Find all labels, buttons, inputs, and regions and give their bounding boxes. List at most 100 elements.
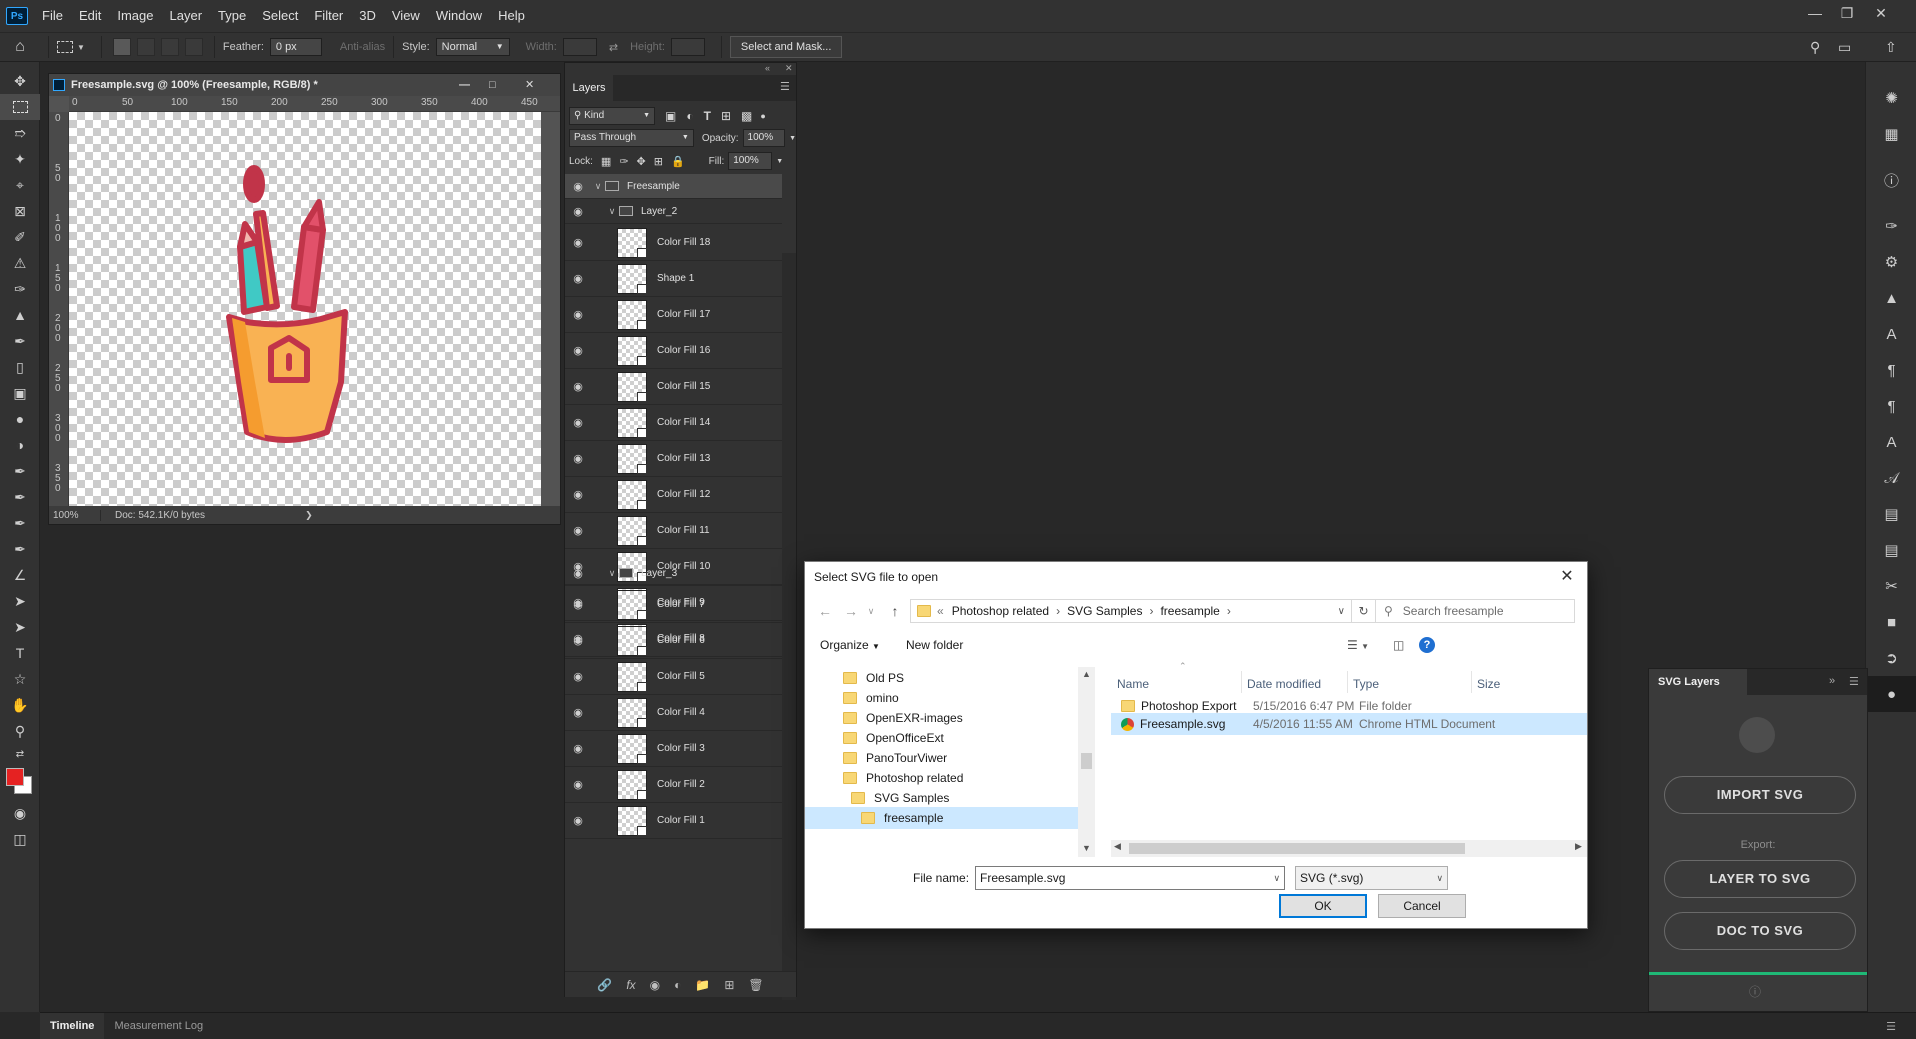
menu-image[interactable]: Image bbox=[109, 0, 161, 32]
lock-artboard-icon[interactable]: ⊞ bbox=[654, 155, 663, 168]
close-icon[interactable]: ✕ bbox=[1866, 0, 1896, 26]
status-menu-arrow-icon[interactable]: ❯ bbox=[305, 510, 313, 521]
import-svg-button[interactable]: IMPORT SVG bbox=[1664, 776, 1856, 814]
glyphs-panel-icon[interactable]: 𝒜 bbox=[1866, 460, 1916, 496]
corner-tool-icon[interactable]: ∠ bbox=[0, 562, 40, 588]
tree-item[interactable]: Old PS bbox=[843, 667, 904, 689]
tree-item-selected[interactable]: freesample bbox=[805, 807, 1078, 829]
lock-transparency-icon[interactable]: ▦ bbox=[601, 155, 611, 168]
breadcrumb-item[interactable]: SVG Samples bbox=[1067, 604, 1142, 618]
layer-row[interactable]: ◉ Shape 1 bbox=[565, 261, 782, 297]
swatches-panel-icon[interactable]: ▦ bbox=[1866, 116, 1916, 152]
quick-mask-icon[interactable]: ◉ bbox=[0, 800, 40, 826]
file-type-dropdown-icon[interactable]: ∨ bbox=[1436, 867, 1443, 889]
visibility-eye-icon[interactable]: ◉ bbox=[565, 380, 591, 393]
workspace-icon[interactable]: ▭ bbox=[1838, 39, 1851, 56]
visibility-eye-icon[interactable]: ◉ bbox=[565, 814, 591, 827]
hscroll-thumb[interactable] bbox=[1129, 843, 1465, 854]
layer-row[interactable]: ◉ Color Fill 17 bbox=[565, 297, 782, 333]
recent-dropdown-icon[interactable]: ∨ bbox=[859, 599, 883, 623]
stamp-tool-icon[interactable]: ▲ bbox=[0, 302, 40, 328]
width-input[interactable] bbox=[562, 38, 597, 56]
fx-icon[interactable]: fx bbox=[626, 978, 635, 992]
paragraph-styles-icon[interactable]: ¶ bbox=[1866, 388, 1916, 424]
filter-pixel-icon[interactable]: ▣ bbox=[665, 109, 676, 123]
opacity-input[interactable]: 100% bbox=[742, 129, 786, 147]
filter-kind-select[interactable]: ⚲ Kind ▼ bbox=[569, 107, 655, 125]
blend-mode-select[interactable]: Pass Through ▼ bbox=[569, 129, 694, 147]
new-group-icon[interactable]: 📁 bbox=[695, 978, 710, 992]
fill-dropdown-icon[interactable]: ▼ bbox=[776, 158, 783, 165]
pen-tool-3-icon[interactable]: ✒ bbox=[0, 510, 40, 536]
help-icon[interactable]: ? bbox=[1419, 637, 1435, 653]
lock-position-icon[interactable]: ✥ bbox=[637, 155, 646, 168]
layer-row[interactable]: ◉ Color Fill 16 bbox=[565, 333, 782, 369]
antialias-checkbox[interactable]: Anti-alias bbox=[340, 41, 385, 53]
layer-row[interactable]: ◉ Color Fill 5 bbox=[565, 659, 782, 695]
menu-type[interactable]: Type bbox=[210, 0, 254, 32]
filter-smartobject-icon[interactable]: ▩ bbox=[741, 109, 752, 123]
menu-layer[interactable]: Layer bbox=[162, 0, 211, 32]
pen-tool-4-icon[interactable]: ✒ bbox=[0, 536, 40, 562]
dialog-close-icon[interactable]: ✕ bbox=[1555, 562, 1579, 592]
color-swatches[interactable] bbox=[0, 764, 40, 800]
svg-info-icon[interactable]: ⓘ bbox=[1749, 983, 1761, 1000]
link-layers-icon[interactable]: 🔗 bbox=[597, 978, 612, 992]
layer-group-layer3[interactable]: ◉ ∨ Layer_3 bbox=[565, 561, 782, 586]
filter-toggle-icon[interactable]: ● bbox=[760, 111, 765, 121]
swap-colors-icon[interactable]: ⇄ bbox=[0, 744, 40, 764]
lock-pixels-icon[interactable]: ✑ bbox=[619, 155, 628, 168]
adjustment-layer-icon[interactable]: ◐ bbox=[674, 978, 681, 992]
layer-row[interactable]: ◉ Color Fill 4 bbox=[565, 695, 782, 731]
view-options-icon[interactable]: ☰ ▼ bbox=[1347, 638, 1369, 652]
gradient-tool-icon[interactable]: ▣ bbox=[0, 380, 40, 406]
new-folder-button[interactable]: New folder bbox=[906, 638, 963, 652]
minimize-icon[interactable]: — bbox=[1800, 0, 1830, 26]
frame-tool-icon[interactable]: ⊠ bbox=[0, 198, 40, 224]
opacity-dropdown-icon[interactable]: ▼ bbox=[789, 135, 796, 142]
dodge-tool-icon[interactable]: ◑ bbox=[0, 432, 40, 458]
doc-restore-icon[interactable]: □ bbox=[489, 74, 496, 96]
scroll-right-icon[interactable]: ▶ bbox=[1575, 841, 1582, 852]
tab-layers[interactable]: Layers bbox=[565, 75, 613, 101]
tree-item[interactable]: OpenEXR-images bbox=[843, 707, 963, 729]
new-selection-icon[interactable] bbox=[112, 38, 131, 56]
feather-input[interactable]: 0 px bbox=[269, 38, 322, 56]
visibility-eye-icon[interactable]: ◉ bbox=[565, 488, 591, 501]
close-panel-icon[interactable]: ✕ bbox=[785, 63, 793, 74]
swap-icon[interactable]: ⇄ bbox=[609, 41, 618, 54]
history-brush-tool-icon[interactable]: ✒ bbox=[0, 328, 40, 354]
menu-edit[interactable]: Edit bbox=[71, 0, 109, 32]
visibility-eye-icon[interactable]: ◉ bbox=[565, 308, 591, 321]
filter-shape-icon[interactable]: ⊞ bbox=[721, 109, 731, 123]
layer-row[interactable]: ◉ Color Fill 1 bbox=[565, 803, 782, 839]
eraser-tool-icon[interactable]: ▯ bbox=[0, 354, 40, 380]
menu-filter[interactable]: Filter bbox=[306, 0, 351, 32]
brush-panel-icon[interactable]: ✑ bbox=[1866, 208, 1916, 244]
tab-timeline[interactable]: Timeline bbox=[40, 1012, 105, 1039]
breadcrumb-separator-icon[interactable]: › bbox=[1149, 604, 1153, 618]
chevron-down-icon[interactable]: ∨ bbox=[605, 206, 619, 217]
magic-wand-tool-icon[interactable]: ✦ bbox=[0, 146, 40, 172]
layer-row[interactable]: ◉ Color Fill 15 bbox=[565, 369, 782, 405]
scroll-thumb[interactable] bbox=[1081, 753, 1092, 769]
tree-item[interactable]: OpenOfficeExt bbox=[843, 727, 944, 749]
visibility-eye-icon[interactable]: ◉ bbox=[565, 452, 591, 465]
move-tool-icon[interactable]: ✥ bbox=[0, 68, 40, 94]
tree-item[interactable]: omino bbox=[843, 687, 899, 709]
tree-item[interactable]: SVG Samples bbox=[851, 787, 949, 809]
hand-tool-icon[interactable]: ✋ bbox=[0, 692, 40, 718]
visibility-eye-icon[interactable]: ◉ bbox=[565, 567, 591, 580]
color-panel-icon[interactable]: ✺ bbox=[1866, 80, 1916, 116]
tab-svg-layers[interactable]: SVG Layers bbox=[1649, 669, 1747, 695]
layer-row[interactable]: ◉ Color Fill 11 bbox=[565, 513, 782, 549]
layer-row[interactable]: ◉ Color Fill 6 bbox=[565, 623, 782, 659]
visibility-eye-icon[interactable]: ◉ bbox=[565, 344, 591, 357]
lock-all-icon[interactable]: 🔒 bbox=[671, 155, 685, 168]
canvas[interactable] bbox=[69, 112, 541, 506]
subtract-selection-icon[interactable] bbox=[160, 38, 179, 56]
paragraph-panel-icon[interactable]: ¶ bbox=[1866, 352, 1916, 388]
paths-panel-icon[interactable]: ➲ bbox=[1866, 640, 1916, 676]
visibility-eye-icon[interactable]: ◉ bbox=[565, 778, 591, 791]
svg-panel-menu-icon[interactable]: ☰ bbox=[1849, 675, 1859, 688]
